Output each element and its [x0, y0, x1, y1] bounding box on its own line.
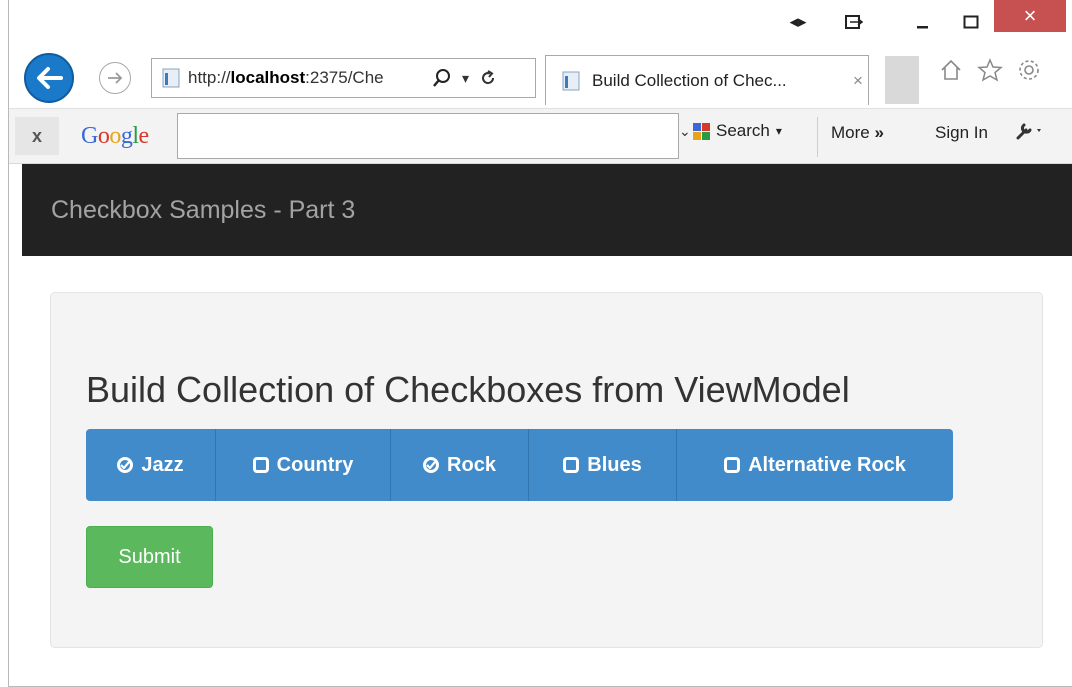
checkbox-blues[interactable]: Blues [529, 429, 677, 501]
checkbox-rock[interactable]: Rock [391, 429, 529, 501]
tab-close-icon[interactable]: × [853, 71, 863, 91]
search-label: Search [716, 121, 770, 140]
settings-gear-icon[interactable] [1017, 58, 1041, 82]
refresh-icon[interactable] [479, 69, 497, 87]
search-dropdown-icon[interactable]: ⌄ [679, 123, 691, 140]
site-navbar: Checkbox Samples - Part 3 [22, 164, 1072, 256]
back-arrow-icon [37, 67, 63, 89]
minimize-button[interactable] [906, 6, 940, 38]
google-search-icon [693, 122, 710, 140]
google-search-input[interactable] [177, 113, 679, 159]
checkbox-label: Rock [447, 453, 496, 476]
checkbox-jazz[interactable]: Jazz [86, 429, 216, 501]
maximize-button[interactable] [954, 6, 988, 38]
title-bar: ◂▸ × [9, 0, 1072, 52]
wrench-icon[interactable] [1015, 121, 1045, 146]
snap-icon[interactable] [839, 6, 869, 38]
checkbox-label: Country [276, 453, 354, 476]
home-icon[interactable] [939, 58, 963, 82]
favorites-star-icon[interactable] [977, 58, 1003, 82]
browser-tab[interactable]: Build Collection of Chec... × [545, 55, 869, 105]
search-icon[interactable] [432, 68, 452, 88]
back-button[interactable] [24, 53, 74, 103]
forward-button[interactable] [99, 62, 131, 94]
google-search-button[interactable]: Search ▾ [693, 121, 782, 141]
close-window-button[interactable]: × [994, 0, 1066, 32]
unchecked-square-icon [724, 457, 741, 473]
more-button[interactable]: More » [831, 123, 884, 143]
checkbox-button-group: Jazz Country Rock Blues Alternative Rock [86, 429, 953, 501]
unchecked-square-icon [563, 457, 580, 473]
submit-button[interactable]: Submit [86, 526, 213, 588]
dropdown-arrow-icon[interactable]: ▾ [462, 70, 469, 87]
toolbar-divider [817, 117, 818, 157]
sign-in-button[interactable]: Sign In [935, 123, 988, 143]
page-icon [162, 68, 180, 88]
checked-circle-icon [117, 457, 134, 473]
google-logo: Google [81, 123, 149, 149]
browser-window: ◂▸ × http://localhost:2375/Che ▾ Build C… [8, 0, 1072, 687]
unchecked-square-icon [252, 457, 269, 473]
checked-circle-icon [423, 457, 440, 473]
search-dropdown-arrow-icon[interactable]: ▾ [776, 124, 782, 138]
checkbox-alternative-rock[interactable]: Alternative Rock [677, 429, 953, 501]
tab-page-icon [562, 71, 580, 90]
checkbox-label: Jazz [141, 453, 184, 476]
checkbox-label: Blues [587, 453, 642, 476]
close-toolbar-button[interactable]: x [15, 117, 59, 155]
new-tab-button[interactable] [885, 56, 919, 104]
page-heading: Build Collection of Checkboxes from View… [86, 369, 850, 410]
address-bar[interactable]: http://localhost:2375/Che ▾ [151, 58, 536, 98]
navbar-brand[interactable]: Checkbox Samples - Part 3 [51, 196, 355, 225]
nav-arrows-icon[interactable]: ◂▸ [783, 6, 813, 38]
google-toolbar: x Google ⌄ Search ▾ More » Sign In [9, 108, 1072, 164]
form-well: Build Collection of Checkboxes from View… [50, 292, 1043, 648]
checkbox-country[interactable]: Country [216, 429, 391, 501]
checkbox-label: Alternative Rock [748, 453, 906, 476]
google-search-field[interactable] [178, 114, 678, 158]
tab-title: Build Collection of Chec... [592, 70, 787, 90]
forward-arrow-icon [108, 72, 123, 84]
address-text[interactable]: http://localhost:2375/Che [188, 68, 426, 88]
